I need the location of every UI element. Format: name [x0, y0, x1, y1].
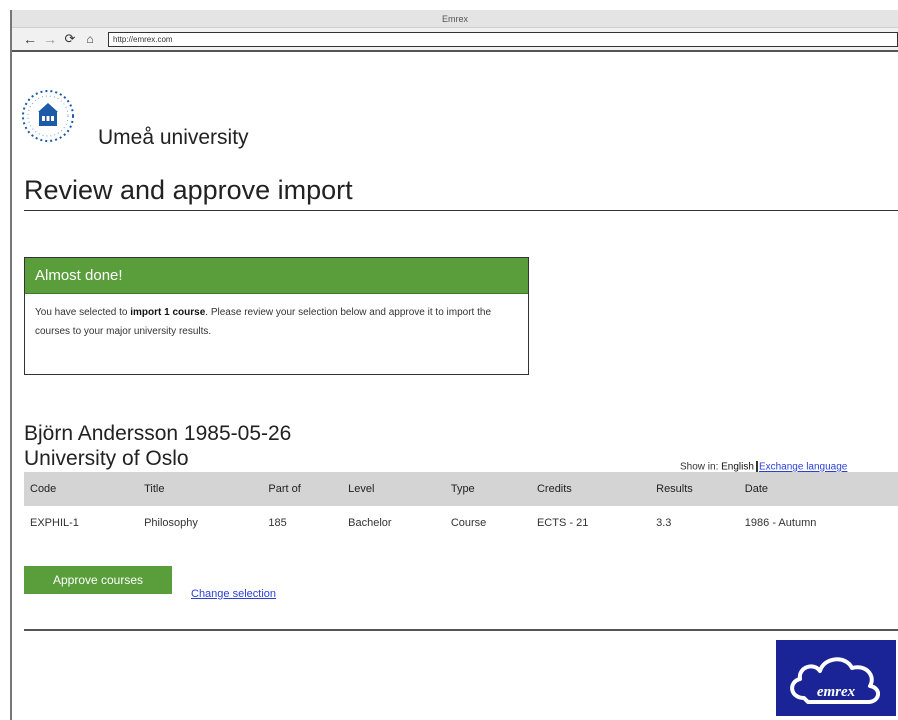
home-icon[interactable]: ⌂	[82, 31, 98, 47]
window-titlebar: Emrex	[12, 10, 898, 28]
notice-text: You have selected to import 1 course. Pl…	[25, 294, 515, 350]
notice-text-before: You have selected to	[35, 307, 131, 318]
footer-divider	[24, 629, 898, 631]
browser-toolbar: ← → ⟳ ⌂ http://emrex.com	[12, 28, 898, 52]
almost-done-notice: Almost done! You have selected to import…	[24, 257, 529, 375]
emrex-logo: emrex	[776, 640, 896, 716]
approve-courses-button[interactable]: Approve courses	[24, 566, 172, 594]
results-table: Code Title Part of Level Type Credits Re…	[24, 472, 898, 540]
cell-code: EXPHIL-1	[30, 517, 79, 529]
col-header-level[interactable]: Level	[342, 472, 445, 506]
table-row: EXPHIL-1 Philosophy 185 Bachelor Course …	[24, 506, 898, 540]
notice-heading: Almost done!	[25, 258, 528, 294]
cell-title: Philosophy	[144, 517, 198, 529]
notice-text-bold: import 1 course	[130, 307, 206, 318]
cell-credits: ECTS - 21	[536, 517, 589, 529]
change-language-link[interactable]: Exchange language	[759, 462, 847, 473]
cloud-logo-icon: emrex	[790, 657, 880, 704]
cell-date: 1986 - Autumn	[744, 517, 817, 529]
col-header-code[interactable]: Code	[24, 472, 138, 506]
institution-name: University of Oslo	[24, 447, 189, 470]
col-header-results[interactable]: Results	[650, 472, 739, 506]
forward-arrow-icon[interactable]: →	[42, 31, 58, 47]
col-header-part-of[interactable]: Part of	[262, 472, 342, 506]
browser-window: Emrex ← → ⟳ ⌂ http://emrex.com Umeå univ…	[10, 10, 898, 720]
col-header-type[interactable]: Type	[445, 472, 531, 506]
table-header-row: Code Title Part of Level Type Credits Re…	[24, 472, 898, 506]
address-bar[interactable]: http://emrex.com	[108, 32, 898, 47]
university-name: Umeå university	[98, 126, 249, 149]
cell-part-of: 185	[268, 517, 287, 529]
university-seal-logo	[20, 88, 76, 144]
page-content: Umeå university Review and approve impor…	[12, 54, 898, 720]
cell-type: Course	[450, 517, 487, 529]
emrex-logo-text: emrex	[817, 684, 856, 700]
show-in-label: Show in:	[680, 461, 719, 473]
back-arrow-icon[interactable]: ←	[22, 31, 38, 47]
cell-results: 3.3	[656, 517, 672, 529]
university-seal-icon	[22, 90, 74, 142]
col-header-date[interactable]: Date	[739, 472, 898, 506]
reload-icon[interactable]: ⟳	[62, 31, 78, 47]
col-header-title[interactable]: Title	[138, 472, 262, 506]
cell-level: Bachelor	[348, 517, 392, 529]
student-name-dob: Björn Andersson 1985-05-26	[24, 422, 292, 445]
current-language: English	[721, 461, 754, 473]
change-selection-link[interactable]: Change selection	[191, 588, 276, 600]
page-title: Review and approve import	[24, 175, 898, 211]
col-header-credits[interactable]: Credits	[531, 472, 650, 506]
